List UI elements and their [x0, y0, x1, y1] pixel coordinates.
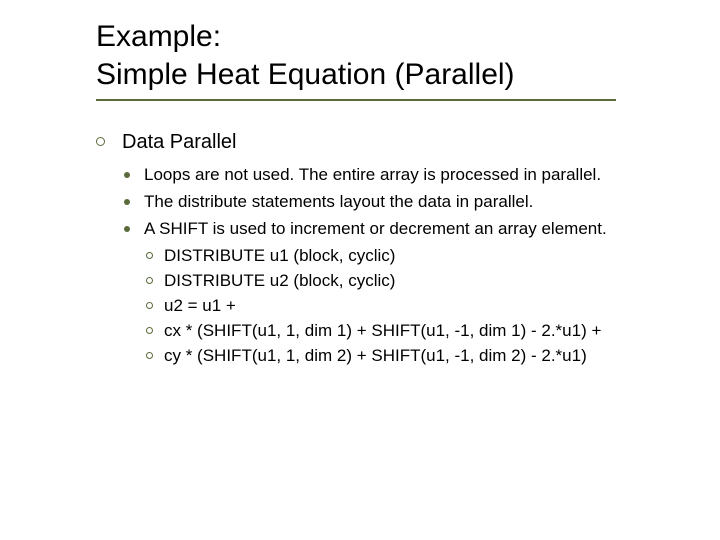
title-underline [96, 99, 616, 101]
list-item: DISTRIBUTE u1 (block, cyclic) [144, 245, 680, 268]
list-item-text: Loops are not used. The entire array is … [144, 165, 601, 184]
list-item-text: cx * (SHIFT(u1, 1, dim 1) + SHIFT(u1, -1… [164, 321, 601, 340]
list-item: A SHIFT is used to increment or decremen… [122, 218, 680, 368]
list-item-text: cy * (SHIFT(u1, 1, dim 2) + SHIFT(u1, -1… [164, 346, 587, 365]
list-item-text: Data Parallel [122, 131, 237, 153]
list-item: The distribute statements layout the dat… [122, 191, 680, 214]
list-item-text: DISTRIBUTE u1 (block, cyclic) [164, 246, 395, 265]
bullet-list-level-1: Data Parallel Loops are not used. The en… [96, 129, 680, 368]
title-line-1: Example: [96, 20, 221, 53]
bullet-list-level-2: Loops are not used. The entire array is … [122, 164, 680, 368]
list-item-text: A SHIFT is used to increment or decremen… [144, 219, 607, 238]
list-item-text: u2 = u1 + [164, 296, 236, 315]
list-item: u2 = u1 + [144, 295, 680, 318]
list-item-text: DISTRIBUTE u2 (block, cyclic) [164, 271, 395, 290]
bullet-list-level-3: DISTRIBUTE u1 (block, cyclic) DISTRIBUTE… [144, 245, 680, 368]
list-item: cx * (SHIFT(u1, 1, dim 1) + SHIFT(u1, -1… [144, 320, 680, 343]
list-item: Data Parallel Loops are not used. The en… [96, 129, 680, 368]
list-item: DISTRIBUTE u2 (block, cyclic) [144, 270, 680, 293]
list-item: Loops are not used. The entire array is … [122, 164, 680, 187]
list-item-text: The distribute statements layout the dat… [144, 192, 533, 211]
slide-title: Example: Simple Heat Equation (Parallel) [96, 18, 680, 93]
slide: Example: Simple Heat Equation (Parallel)… [0, 0, 720, 540]
list-item: cy * (SHIFT(u1, 1, dim 2) + SHIFT(u1, -1… [144, 345, 680, 368]
title-line-2: Simple Heat Equation (Parallel) [96, 58, 515, 91]
